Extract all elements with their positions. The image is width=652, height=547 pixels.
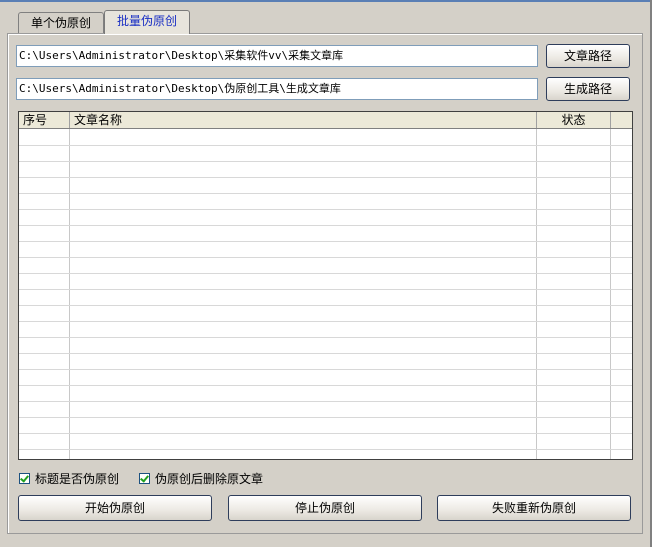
delete-after-label: 伪原创后删除原文章 <box>155 471 264 486</box>
grid-line <box>19 289 632 290</box>
grid-line <box>19 241 632 242</box>
column-header-title[interactable]: 文章名称 <box>70 112 537 128</box>
window-top-border <box>0 0 652 2</box>
grid-line <box>19 209 632 210</box>
grid-line <box>19 385 632 386</box>
grid-line <box>19 401 632 402</box>
source-path-input[interactable]: C:\Users\Administrator\Desktop\采集软件vv\采集… <box>16 45 538 67</box>
title-rewrite-label: 标题是否伪原创 <box>35 471 120 486</box>
grid-line <box>19 369 632 370</box>
table-header: 序号 文章名称 状态 <box>19 112 632 129</box>
retry-failed-button[interactable]: 失败重新伪原创 <box>437 495 631 521</box>
tab-strip: 单个伪原创 批量伪原创 <box>8 10 208 34</box>
column-divider <box>610 129 611 459</box>
grid-line <box>19 353 632 354</box>
app-window: 单个伪原创 批量伪原创 C:\Users\Administrator\Deskt… <box>0 0 652 547</box>
grid-line <box>19 257 632 258</box>
title-rewrite-checkbox[interactable] <box>19 472 30 484</box>
grid-line <box>19 161 632 162</box>
grid-line <box>19 225 632 226</box>
grid-line <box>19 305 632 306</box>
grid-line <box>19 321 632 322</box>
column-header-index[interactable]: 序号 <box>19 112 70 128</box>
grid-line <box>19 417 632 418</box>
tab-single-rewrite[interactable]: 单个伪原创 <box>18 12 105 33</box>
column-header-filler <box>611 112 632 128</box>
start-rewrite-button[interactable]: 开始伪原创 <box>18 495 212 521</box>
column-header-status[interactable]: 状态 <box>537 112 611 128</box>
delete-after-checkbox[interactable] <box>139 472 150 484</box>
title-rewrite-option[interactable]: 标题是否伪原创 <box>19 470 119 486</box>
source-path-button[interactable]: 文章路径 <box>546 44 630 68</box>
grid-line <box>19 337 632 338</box>
table-body[interactable] <box>19 129 632 459</box>
grid-line <box>19 433 632 434</box>
grid-line <box>19 273 632 274</box>
tab-batch-rewrite[interactable]: 批量伪原创 <box>104 10 191 34</box>
output-path-button[interactable]: 生成路径 <box>546 77 630 101</box>
stop-rewrite-button[interactable]: 停止伪原创 <box>228 495 422 521</box>
grid-line <box>19 193 632 194</box>
article-table[interactable]: 序号 文章名称 状态 <box>18 111 633 460</box>
grid-line <box>19 145 632 146</box>
grid-line <box>19 177 632 178</box>
column-divider <box>536 129 537 459</box>
grid-line <box>19 449 632 450</box>
delete-after-option[interactable]: 伪原创后删除原文章 <box>139 470 263 486</box>
column-divider <box>69 129 70 459</box>
output-path-input[interactable]: C:\Users\Administrator\Desktop\伪原创工具\生成文… <box>16 78 538 100</box>
